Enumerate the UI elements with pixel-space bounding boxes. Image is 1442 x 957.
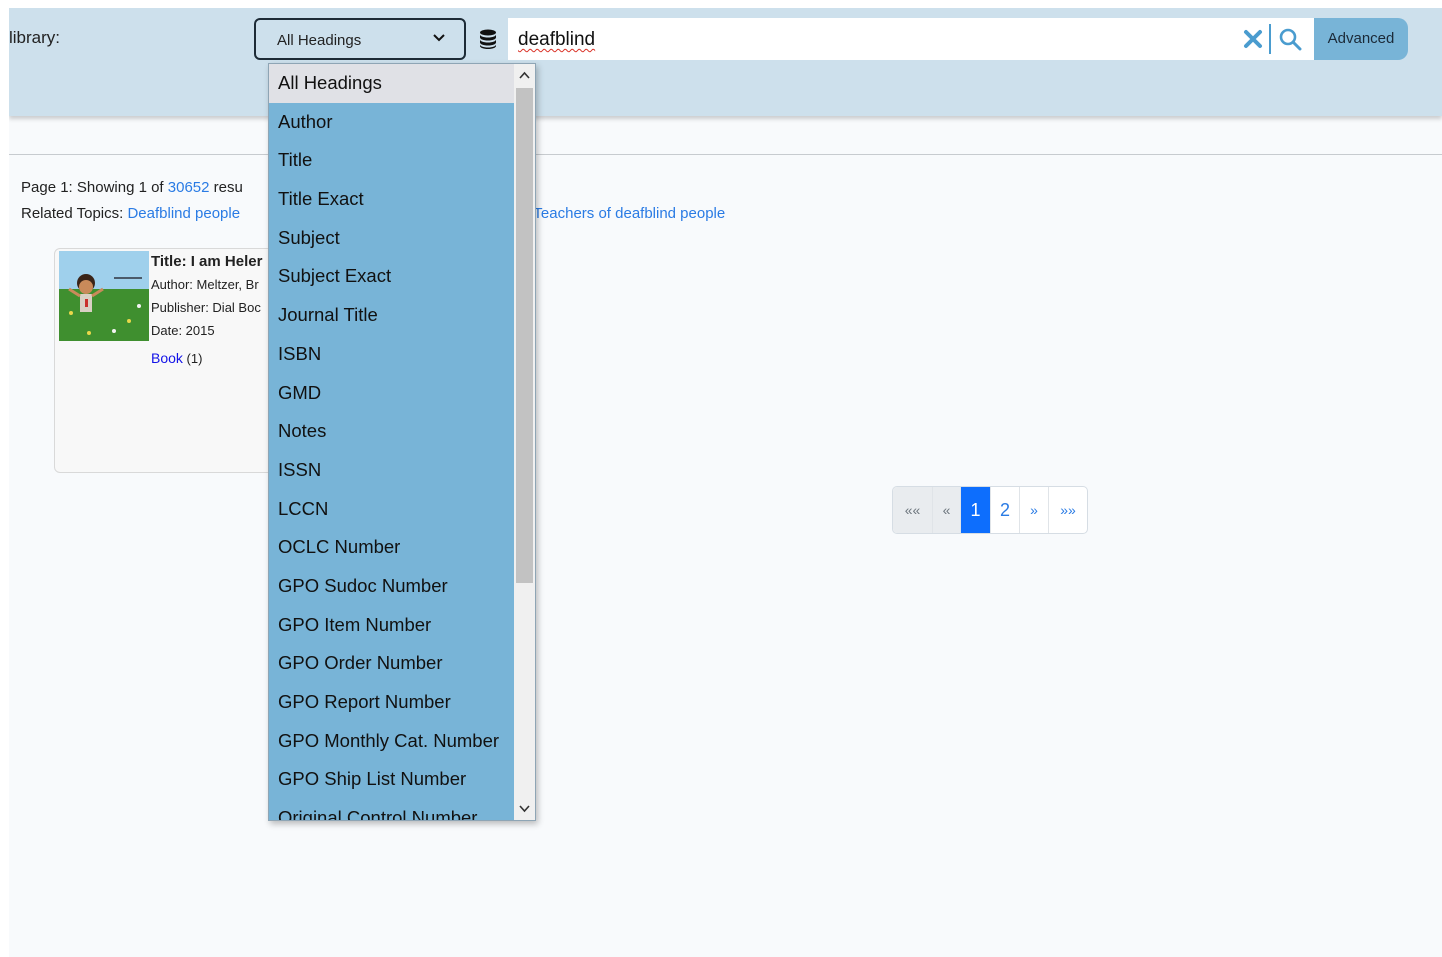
results-total-link[interactable]: 30652: [168, 179, 210, 196]
database-icon: [480, 29, 496, 49]
chevron-down-icon: [433, 34, 445, 42]
scrollbar-thumb[interactable]: [516, 88, 533, 583]
format-book-link[interactable]: Book: [151, 350, 183, 366]
dropdown-option-isbn[interactable]: ISBN: [269, 335, 515, 374]
library-label: library:: [9, 28, 61, 47]
dropdown-option-all-headings[interactable]: All Headings: [269, 64, 515, 103]
dropdown-option-journal-title[interactable]: Journal Title: [269, 296, 515, 335]
pagination: «« « 1 2 » »»: [892, 486, 1088, 534]
divider: [9, 154, 1442, 155]
dropdown-option-gpo-monthly-cat-number[interactable]: GPO Monthly Cat. Number: [269, 722, 515, 761]
related-topic-link[interactable]: Teachers of deafblind people: [533, 205, 725, 222]
dropdown-option-gpo-order-number[interactable]: GPO Order Number: [269, 644, 515, 683]
clear-icon[interactable]: [1242, 28, 1264, 50]
search-input-value: deafblind: [518, 29, 596, 50]
result-author: Author: Meltzer, Br: [151, 277, 259, 292]
related-topic-link[interactable]: Deafblind people: [127, 205, 240, 222]
dropdown-scrollbar[interactable]: [514, 64, 535, 820]
advanced-search-button[interactable]: Advanced: [1314, 18, 1408, 60]
dropdown-option-gpo-ship-list-number[interactable]: GPO Ship List Number: [269, 760, 515, 799]
related-topics-label: Related Topics:: [21, 205, 124, 222]
heading-type-select[interactable]: All Headings: [254, 18, 466, 60]
dropdown-option-title-exact[interactable]: Title Exact: [269, 180, 515, 219]
page-1-button[interactable]: 1: [961, 487, 991, 533]
result-date: Date: 2015: [151, 323, 215, 338]
heading-type-dropdown: All Headings Author Title Title Exact Su…: [268, 63, 536, 821]
page-2-button[interactable]: 2: [991, 487, 1020, 533]
book-cover-image[interactable]: [59, 251, 149, 341]
results-summary-prefix: Page 1: Showing 1 of: [21, 179, 164, 196]
dropdown-option-author[interactable]: Author: [269, 103, 515, 142]
dropdown-option-title[interactable]: Title: [269, 141, 515, 180]
dropdown-option-original-control-number[interactable]: Original Control Number: [269, 799, 515, 820]
dropdown-option-oclc-number[interactable]: OCLC Number: [269, 528, 515, 567]
database-button[interactable]: [469, 18, 508, 60]
divider: [1269, 24, 1271, 54]
scroll-up-icon[interactable]: [518, 70, 531, 82]
next-page-button[interactable]: »: [1020, 487, 1049, 533]
dropdown-option-subject-exact[interactable]: Subject Exact: [269, 257, 515, 296]
dropdown-option-lccn[interactable]: LCCN: [269, 490, 515, 529]
dropdown-option-subject[interactable]: Subject: [269, 219, 515, 258]
search-header: library: All Headings deafblind Advanced: [9, 8, 1442, 116]
dropdown-options: All Headings Author Title Title Exact Su…: [269, 64, 515, 820]
dropdown-option-issn[interactable]: ISSN: [269, 451, 515, 490]
heading-type-select-value: All Headings: [277, 32, 362, 49]
dropdown-option-gmd[interactable]: GMD: [269, 374, 515, 413]
result-publisher: Publisher: Dial Boc: [151, 300, 261, 315]
search-input[interactable]: deafblind: [508, 18, 1314, 60]
previous-page-button[interactable]: «: [933, 487, 961, 533]
results-summary-suffix: resu: [213, 179, 243, 196]
dropdown-option-gpo-sudoc-number[interactable]: GPO Sudoc Number: [269, 567, 515, 606]
first-page-button[interactable]: ««: [893, 487, 933, 533]
last-page-button[interactable]: »»: [1049, 487, 1087, 533]
result-card-details: Title: I am Heler Author: Meltzer, Br Pu…: [151, 253, 262, 374]
search-icon[interactable]: [1278, 27, 1302, 51]
page: library: All Headings deafblind Advanced…: [9, 8, 1442, 957]
scroll-down-icon[interactable]: [518, 802, 531, 814]
results-summary: Page 1: Showing 1 of 30652 resu: [21, 179, 243, 196]
result-format: Book (1): [151, 350, 262, 366]
dropdown-option-gpo-item-number[interactable]: GPO Item Number: [269, 606, 515, 645]
dropdown-option-notes[interactable]: Notes: [269, 412, 515, 451]
format-count: (1): [186, 351, 203, 366]
dropdown-option-gpo-report-number[interactable]: GPO Report Number: [269, 683, 515, 722]
result-title[interactable]: Title: I am Heler: [151, 253, 262, 270]
